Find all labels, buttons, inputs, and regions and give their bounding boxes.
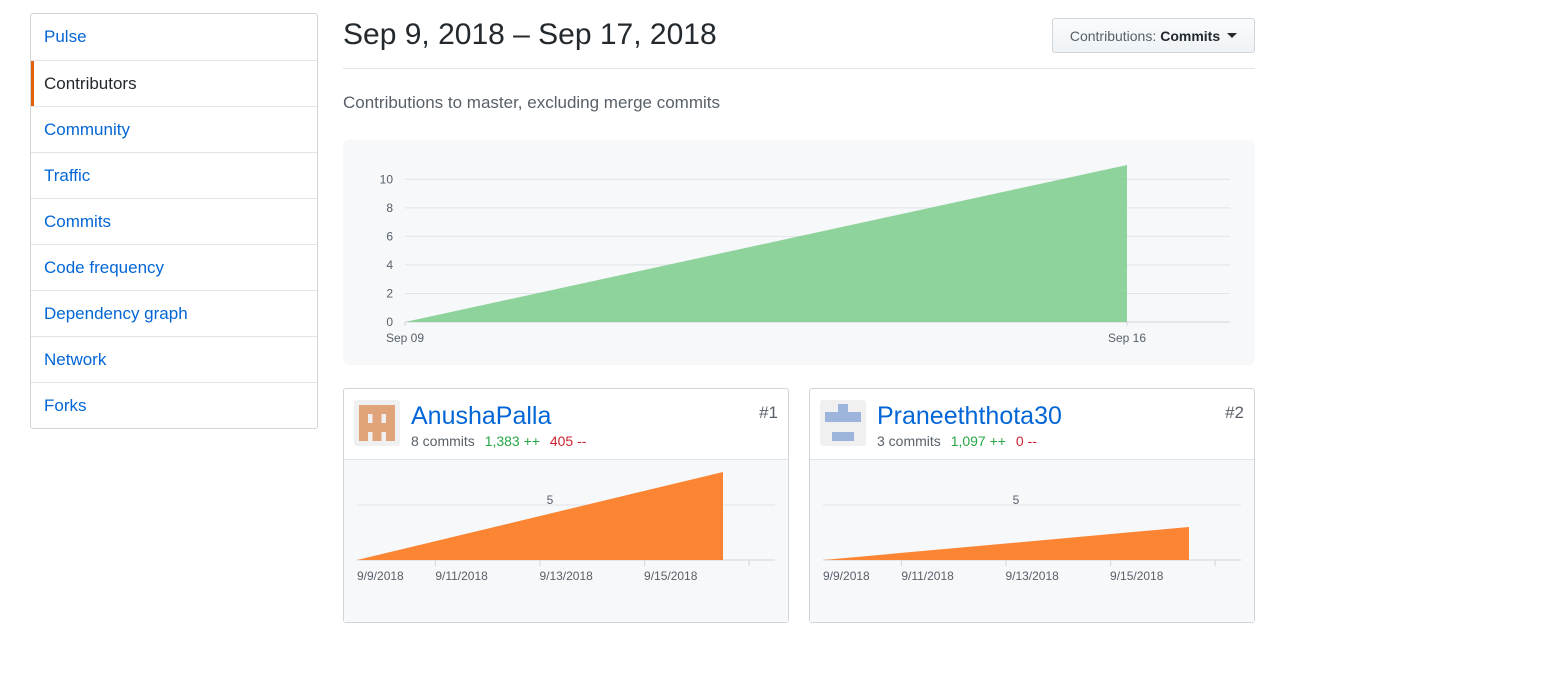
commits-area [357, 472, 723, 560]
contributor-card: Praneeththota30 3 commits 1,097 ++ 0 -- … [809, 388, 1255, 623]
y-tick-label: 6 [386, 229, 393, 243]
x-tick-label: 9/13/2018 [1005, 569, 1059, 583]
sidebar-item-traffic[interactable]: Traffic [31, 152, 317, 198]
commit-count[interactable]: 8 commits [411, 433, 475, 449]
contributor-header: Praneeththota30 3 commits 1,097 ++ 0 -- … [810, 389, 1254, 460]
contributor-rank: #2 [1225, 403, 1244, 422]
header-divider [343, 68, 1255, 69]
contributor-card: AnushaPalla 8 commits 1,383 ++ 405 -- #1… [343, 388, 789, 623]
x-tick-label: Sep 16 [1108, 331, 1146, 345]
repo-insights-sidebar: Pulse Contributors Community Traffic Com… [30, 13, 318, 429]
x-tick-label: 9/15/2018 [644, 569, 698, 583]
additions-count: 1,097 ++ [950, 433, 1006, 449]
sidebar-item-pulse[interactable]: Pulse [31, 14, 317, 60]
sidebar-item-community[interactable]: Community [31, 106, 317, 152]
x-tick-label: 9/13/2018 [539, 569, 593, 583]
sidebar-item-network[interactable]: Network [31, 336, 317, 382]
sidebar-item-dependency-graph[interactable]: Dependency graph [31, 290, 317, 336]
additions-count: 1,383 ++ [484, 433, 540, 449]
y-tick-label: 5 [1013, 493, 1020, 507]
x-tick-label: 9/9/2018 [823, 569, 870, 583]
commits-area [823, 527, 1189, 560]
contributor-name-link[interactable]: AnushaPalla [411, 402, 551, 431]
x-tick-label: 9/9/2018 [357, 569, 404, 583]
sidebar-item-contributors[interactable]: Contributors [31, 60, 317, 106]
contributor-chart: 5 9/9/2018 9/11/2018 9/13/2018 9/15/2018 [344, 460, 788, 622]
dropdown-value: Commits [1160, 27, 1221, 44]
sidebar-item-forks[interactable]: Forks [31, 382, 317, 428]
avatar[interactable] [820, 400, 866, 446]
contributor-stats: 3 commits 1,097 ++ 0 -- [877, 433, 1037, 449]
contributor-chart-svg: 5 9/9/2018 9/11/2018 9/13/2018 9/15/2018 [823, 493, 1241, 583]
x-tick-label: 9/15/2018 [1110, 569, 1164, 583]
deletions-count: 405 -- [549, 433, 587, 449]
contributor-chart-svg: 5 9/9/2018 9/11/2018 9/13/2018 9/15/2018 [357, 472, 775, 583]
sidebar-item-code-frequency[interactable]: Code frequency [31, 244, 317, 290]
contributor-chart: 5 9/9/2018 9/11/2018 9/13/2018 9/15/2018 [810, 460, 1254, 622]
contributor-rank: #1 [759, 403, 778, 422]
x-tick-label: Sep 09 [386, 331, 424, 345]
contributions-type-dropdown[interactable]: Contributions: Commits [1052, 18, 1255, 53]
caret-down-icon [1227, 33, 1238, 38]
contributions-chart-svg: 0 2 4 6 8 10 Sep 09 Sep 16 [380, 165, 1230, 345]
x-tick-label: 9/11/2018 [901, 569, 954, 583]
contributor-name-link[interactable]: Praneeththota30 [877, 402, 1062, 431]
dropdown-label: Contributions: [1069, 27, 1157, 44]
y-tick-label: 4 [386, 258, 393, 272]
deletions-count: 0 -- [1015, 433, 1037, 449]
contributions-chart: 0 2 4 6 8 10 Sep 09 Sep 16 [343, 140, 1255, 365]
chart-subtitle: Contributions to master, excluding merge… [343, 93, 720, 112]
page-title: Sep 9, 2018 – Sep 17, 2018 [343, 18, 717, 51]
contributor-header: AnushaPalla 8 commits 1,383 ++ 405 -- #1 [344, 389, 788, 460]
sidebar-item-commits[interactable]: Commits [31, 198, 317, 244]
y-tick-label: 2 [386, 286, 393, 300]
contributor-stats: 8 commits 1,383 ++ 405 -- [411, 433, 586, 449]
y-tick-label: 5 [547, 493, 554, 507]
x-tick-label: 9/11/2018 [435, 569, 488, 583]
y-tick-label: 8 [386, 201, 393, 215]
y-tick-label: 10 [380, 172, 394, 186]
commits-area [405, 165, 1127, 322]
identicon-orange-icon [354, 400, 400, 446]
identicon-blue-icon [820, 400, 866, 446]
avatar[interactable] [354, 400, 400, 446]
commit-count[interactable]: 3 commits [877, 433, 941, 449]
y-tick-label: 0 [386, 315, 393, 329]
